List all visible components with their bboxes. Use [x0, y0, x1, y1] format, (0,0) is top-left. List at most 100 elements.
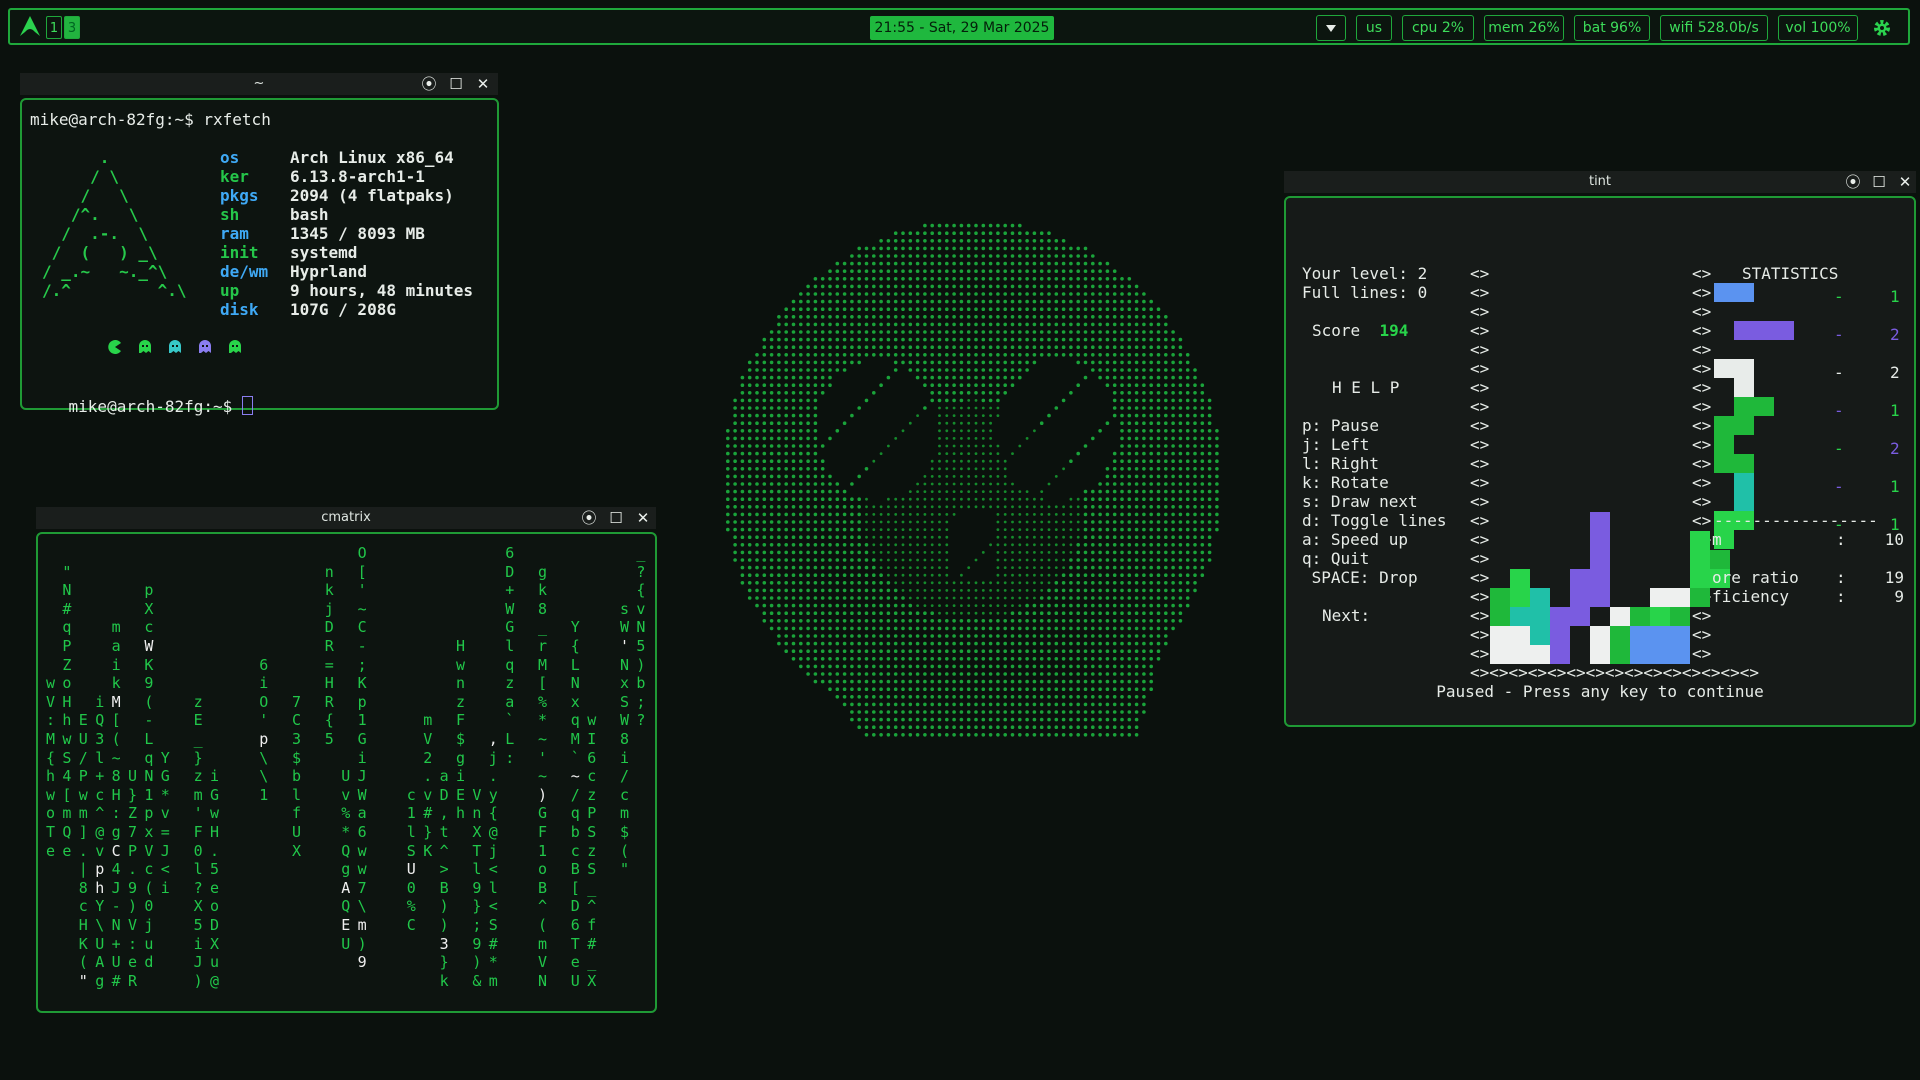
- cmatrix-window[interactable]: w V: M{h w o Te " N # q P Zo Hh w S 4[m Qe E U / Pw m]. | 8 c H K(…: [36, 532, 657, 1013]
- matrix-char: U: [570, 971, 580, 990]
- board-wall: <>: [1692, 264, 1712, 283]
- matrix-char: ,: [488, 730, 498, 748]
- board-wall: <>: [1470, 302, 1490, 321]
- board-block: [1650, 607, 1670, 626]
- matrix-char: y: [488, 785, 498, 804]
- matrix-char: N: [538, 971, 548, 990]
- board-wall: <>: [1470, 587, 1490, 606]
- matrix-char: q: [144, 748, 154, 767]
- matrix-char: E: [193, 711, 203, 730]
- stat-count: 1: [1890, 401, 1900, 420]
- board-wall: <>: [1470, 473, 1490, 492]
- maximize-icon[interactable]: ☐: [447, 73, 465, 95]
- matrix-char: 7: [357, 878, 367, 897]
- board-block: [1530, 588, 1550, 607]
- matrix-char: =: [160, 823, 170, 841]
- board-wall: <>: [1470, 625, 1490, 644]
- matrix-char: ): [128, 897, 138, 916]
- clock[interactable]: 21:55 - Sat, 29 Mar 2025: [870, 16, 1054, 40]
- matrix-char: w: [357, 860, 367, 879]
- matrix-char: J: [111, 878, 121, 897]
- matrix-char: _: [587, 953, 597, 972]
- matrix-char: @: [210, 971, 220, 990]
- workspace-3[interactable]: 3: [64, 16, 80, 39]
- matrix-char: >: [439, 860, 449, 879]
- matrix-char: B: [538, 878, 548, 897]
- tint-window[interactable]: Your level: 2 Full lines: 0 Score 194 H …: [1284, 196, 1916, 727]
- pin-icon[interactable]: ⦿: [580, 507, 598, 529]
- ghost-icon: [169, 340, 181, 353]
- matrix-char: S: [406, 841, 416, 860]
- rxfetch-window[interactable]: mike@arch-82fg:~$ rxfetch . / \ / \ /^. …: [20, 98, 499, 416]
- matrix-char: %: [538, 692, 548, 711]
- matrix-char: L: [505, 730, 515, 748]
- matrix-char: l: [406, 823, 416, 841]
- matrix-char: $: [292, 748, 302, 767]
- maximize-icon[interactable]: ☐: [1870, 171, 1888, 193]
- stat-piece: [1714, 454, 1734, 473]
- cpu-module[interactable]: cpu 2%: [1402, 15, 1474, 41]
- cmatrix-titlebar[interactable]: cmatrix ⦿ ☐ ✕: [36, 507, 656, 529]
- stat-piece: [1714, 416, 1734, 435]
- board-wall: <>: [1470, 492, 1490, 511]
- matrix-char: ': [357, 581, 367, 600]
- board-block: [1690, 550, 1710, 569]
- matrix-char: (: [538, 916, 548, 934]
- rxfetch-titlebar[interactable]: ~ ⦿ ☐ ✕: [20, 73, 498, 95]
- board-block: [1530, 626, 1550, 645]
- gear-icon[interactable]: [1872, 18, 1892, 38]
- matrix-char: X: [472, 823, 482, 841]
- board-wall: <>: [1692, 340, 1712, 359]
- summary-label: m: [1712, 530, 1722, 549]
- close-icon[interactable]: ✕: [634, 507, 652, 529]
- tray-dropdown-icon[interactable]: [1316, 15, 1346, 41]
- workspace-1[interactable]: 1: [46, 16, 62, 39]
- matrix-char: P: [78, 767, 88, 786]
- matrix-char: 1: [144, 785, 154, 804]
- matrix-char: o: [62, 674, 72, 693]
- volume-module[interactable]: vol 100%: [1778, 15, 1858, 41]
- info-value: 2094 (4 flatpaks): [290, 186, 454, 205]
- matrix-char: D: [570, 897, 580, 916]
- stat-piece: [1714, 435, 1734, 454]
- matrix-char: K: [357, 674, 367, 693]
- pin-icon[interactable]: ⦿: [420, 73, 438, 95]
- keyboard-layout[interactable]: us: [1356, 15, 1392, 41]
- wifi-module[interactable]: wifi 528.0b/s: [1660, 15, 1768, 41]
- board-block: [1590, 569, 1610, 588]
- close-icon[interactable]: ✕: [474, 73, 492, 95]
- matrix-char: 6: [570, 916, 580, 934]
- arch-logo-icon[interactable]: [18, 14, 42, 38]
- pin-icon[interactable]: ⦿: [1844, 171, 1862, 193]
- close-icon[interactable]: ✕: [1896, 171, 1914, 193]
- matrix-char: W: [620, 711, 630, 730]
- matrix-char: z: [505, 674, 515, 693]
- matrix-char: w: [46, 785, 56, 804]
- matrix-char: 9: [472, 878, 482, 897]
- matrix-char: ): [357, 934, 367, 953]
- matrix-char: #: [62, 599, 72, 618]
- matrix-char: [: [111, 711, 121, 730]
- matrix-char: j: [488, 841, 498, 860]
- board-wall: <>: [1692, 473, 1712, 492]
- matrix-char: ?: [636, 562, 646, 581]
- board-block: [1510, 607, 1530, 626]
- cursor[interactable]: [242, 396, 254, 415]
- matrix-char: F: [538, 823, 548, 841]
- stat-piece: [1734, 397, 1754, 416]
- matrix-char: 0: [144, 897, 154, 916]
- matrix-char: Y: [160, 748, 170, 767]
- stat-piece: [1734, 378, 1754, 397]
- matrix-char: l: [472, 860, 482, 879]
- matrix-char: m: [62, 804, 72, 823]
- board-block: [1610, 645, 1630, 664]
- mem-module[interactable]: mem 26%: [1484, 15, 1564, 41]
- next-label: Next:: [1322, 606, 1371, 625]
- help-item: s: Draw next: [1302, 492, 1418, 511]
- board-block: [1630, 645, 1650, 664]
- battery-module[interactable]: bat 96%: [1574, 15, 1650, 41]
- matrix-char: c: [144, 618, 154, 637]
- matrix-char: E: [78, 711, 88, 730]
- maximize-icon[interactable]: ☐: [607, 507, 625, 529]
- tint-titlebar[interactable]: tint ⦿ ☐ ✕: [1284, 171, 1916, 193]
